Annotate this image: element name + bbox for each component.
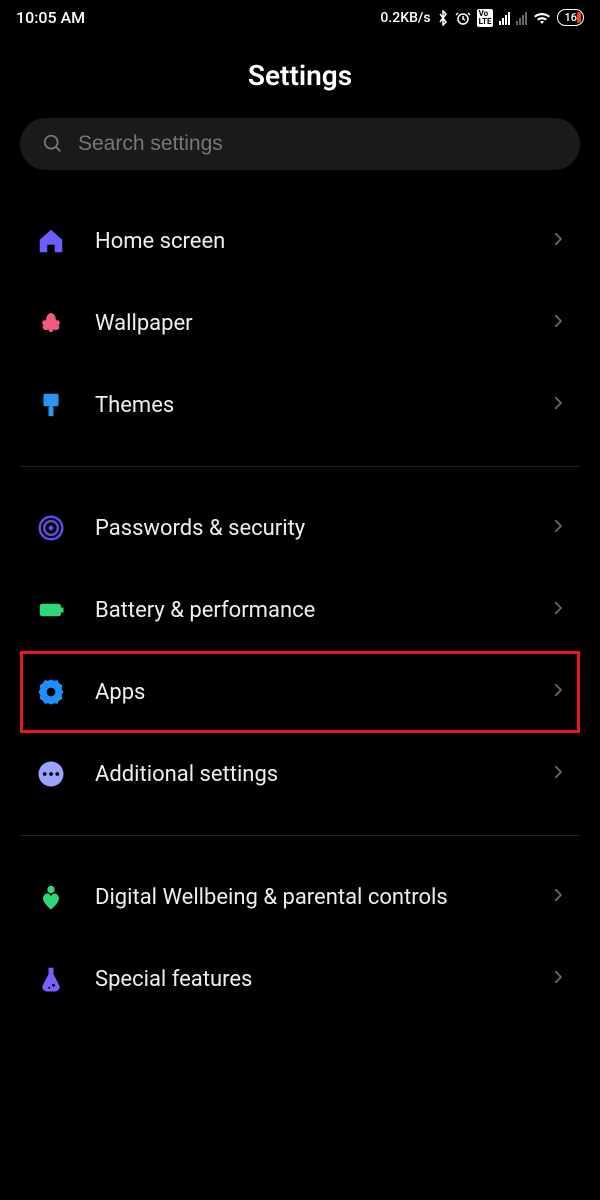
settings-row-passwords-security[interactable]: Passwords & security: [20, 487, 580, 569]
chevron-right-icon: [549, 763, 567, 785]
row-label: Special features: [95, 967, 523, 992]
chevron-right-icon: [549, 968, 567, 990]
chevron-right-icon: [549, 230, 567, 252]
row-label: Home screen: [95, 229, 523, 254]
chevron-right-icon: [549, 312, 567, 334]
search-icon: [42, 133, 64, 155]
settings-row-battery-performance[interactable]: Battery & performance: [20, 569, 580, 651]
divider: [20, 466, 580, 467]
status-indicators: 0.2KB/s VoLTE 16: [380, 9, 584, 27]
settings-row-wallpaper[interactable]: Wallpaper: [20, 282, 580, 364]
row-label: Themes: [95, 393, 523, 418]
settings-list: Home screen Wallpaper Themes Passwords & se…: [0, 200, 600, 1020]
page-title: Settings: [0, 59, 600, 92]
row-label: Battery & performance: [95, 598, 523, 623]
battery-icon: [33, 592, 69, 628]
flower-icon: [33, 305, 69, 341]
volte-icon: VoLTE: [477, 9, 494, 27]
home-icon: [33, 223, 69, 259]
row-label: Digital Wellbeing & parental controls: [95, 885, 523, 910]
settings-row-digital-wellbeing[interactable]: Digital Wellbeing & parental controls: [20, 856, 580, 938]
divider: [20, 835, 580, 836]
flask-icon: [33, 961, 69, 997]
brush-icon: [33, 387, 69, 423]
battery-indicator: 16: [557, 9, 584, 26]
settings-row-special-features[interactable]: Special features: [20, 938, 580, 1020]
signal-1-icon: [499, 11, 510, 25]
chevron-right-icon: [549, 517, 567, 539]
row-label: Wallpaper: [95, 311, 523, 336]
search-box[interactable]: [20, 118, 580, 170]
settings-row-additional-settings[interactable]: Additional settings: [20, 733, 580, 815]
fingerprint-icon: [33, 510, 69, 546]
settings-row-apps[interactable]: Apps: [20, 651, 580, 733]
chevron-right-icon: [549, 681, 567, 703]
settings-row-home-screen[interactable]: Home screen: [20, 200, 580, 282]
heart-icon: [33, 879, 69, 915]
row-label: Additional settings: [95, 762, 523, 787]
chevron-right-icon: [549, 394, 567, 416]
alarm-icon: [455, 10, 471, 26]
chevron-right-icon: [549, 599, 567, 621]
wifi-icon: [533, 11, 551, 25]
chevron-right-icon: [549, 886, 567, 908]
row-label: Passwords & security: [95, 516, 523, 541]
status-bar: 10:05 AM 0.2KB/s VoLTE 16: [0, 0, 600, 35]
settings-row-themes[interactable]: Themes: [20, 364, 580, 446]
search-input[interactable]: [78, 132, 558, 156]
status-time: 10:05 AM: [16, 8, 85, 27]
dots-icon: [33, 756, 69, 792]
gear-icon: [33, 674, 69, 710]
data-rate: 0.2KB/s: [380, 10, 430, 26]
signal-2-icon: [516, 11, 527, 25]
bluetooth-icon: [437, 10, 449, 26]
row-label: Apps: [95, 680, 523, 705]
